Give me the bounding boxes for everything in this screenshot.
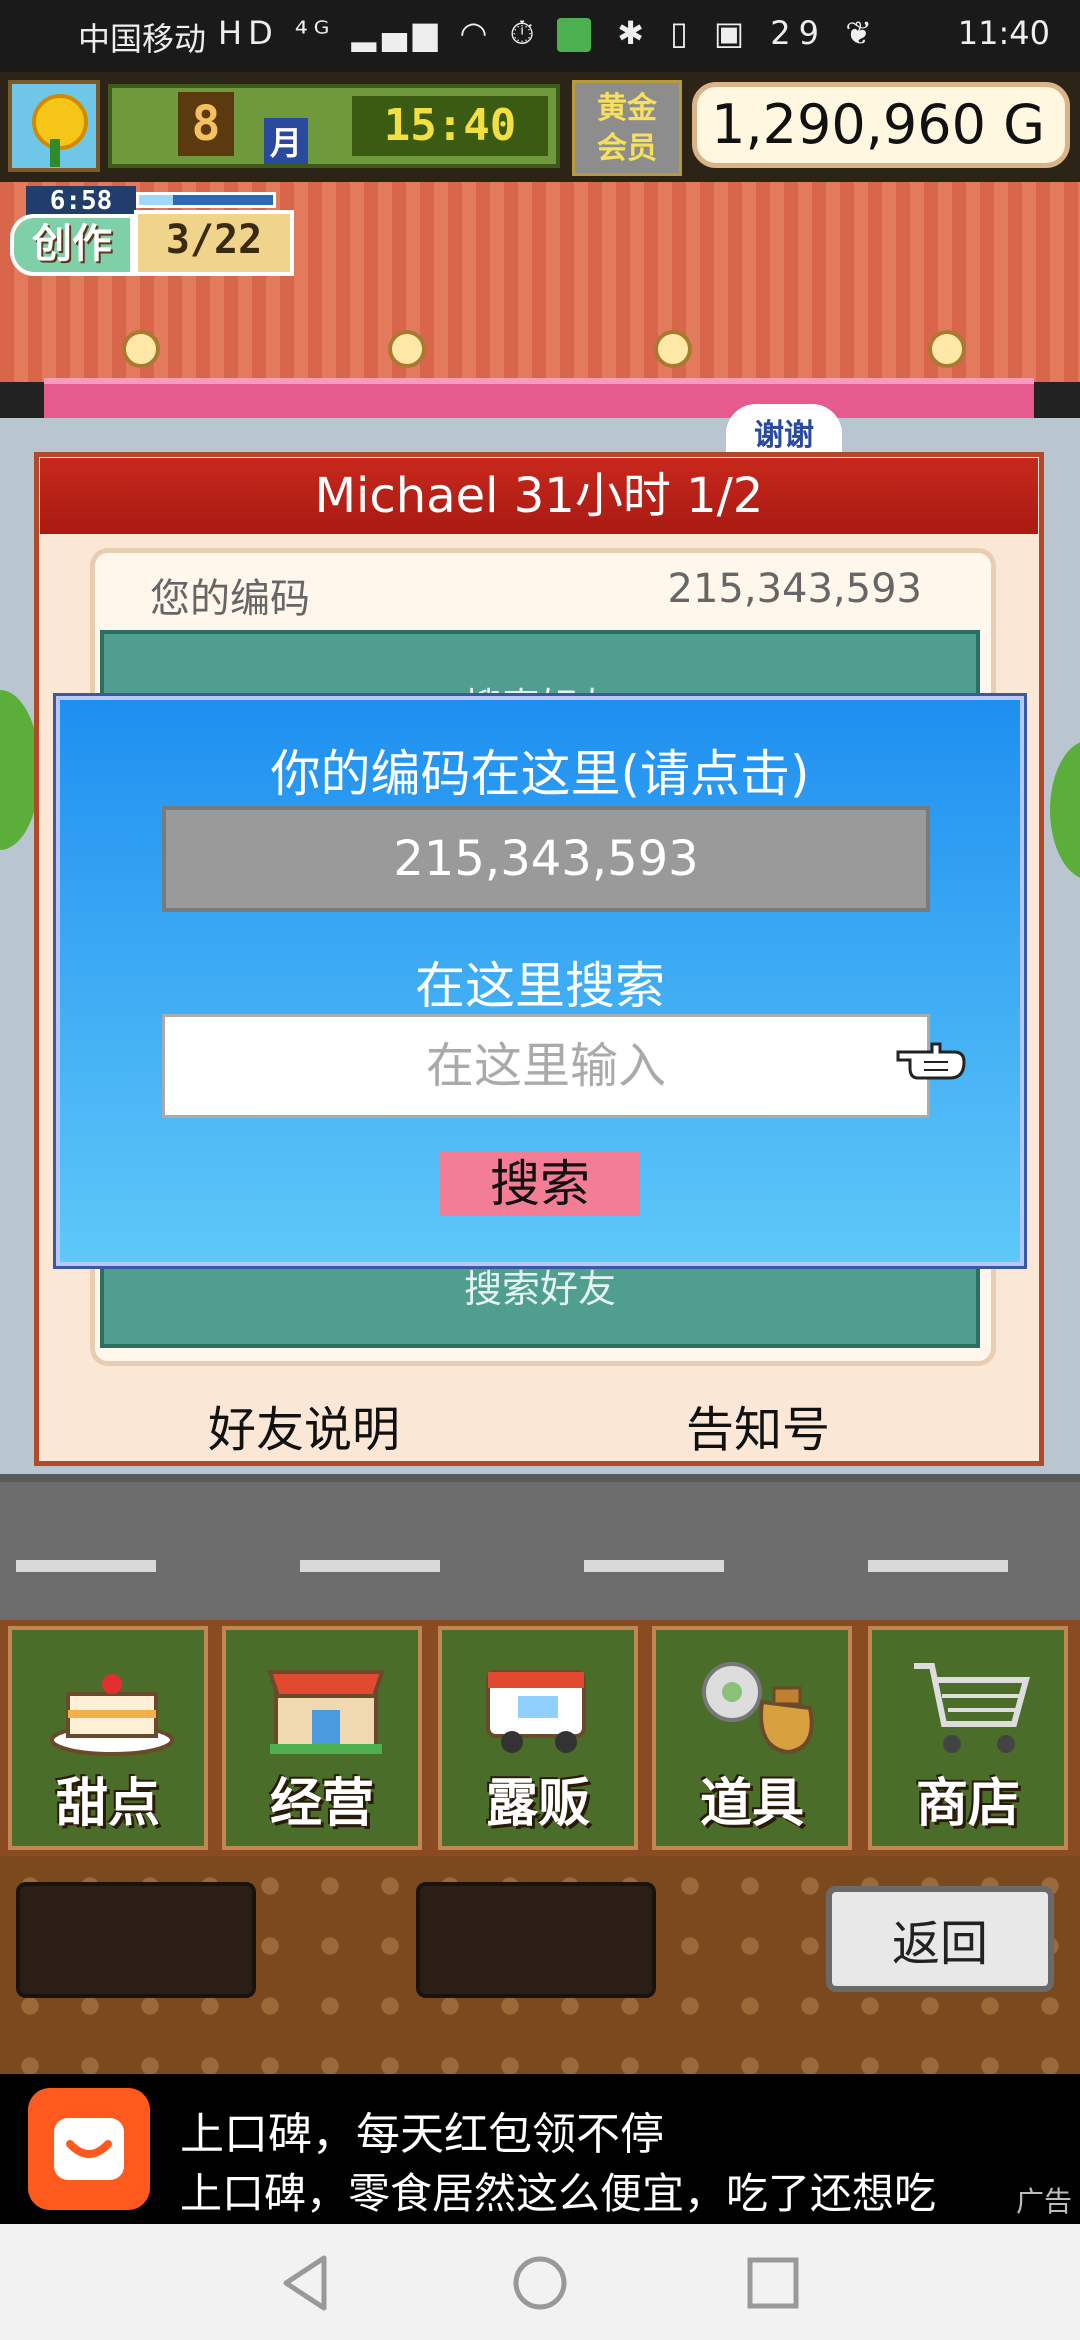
item-bag-icon bbox=[702, 1662, 814, 1755]
your-code-label: 您的编码 bbox=[150, 576, 310, 622]
shopping-cart-icon bbox=[914, 1663, 1030, 1753]
empty-slot bbox=[16, 1882, 256, 1998]
your-code-value: 215,343,593 bbox=[667, 566, 922, 612]
lamp-icon bbox=[654, 330, 692, 368]
road-dash bbox=[16, 1560, 156, 1572]
month-label: 月 bbox=[264, 118, 309, 164]
menu-label: 商店 bbox=[915, 1774, 1020, 1834]
ad-headline[interactable]: 上口碑，每天红包领不停 bbox=[180, 2098, 664, 2162]
dialog-title: 你的编码在这里(请点击) bbox=[270, 745, 810, 803]
pointing-hand-icon bbox=[896, 1042, 966, 1080]
search-label: 在这里搜索 bbox=[415, 957, 665, 1015]
menu-manage-button[interactable]: 经营 bbox=[222, 1626, 422, 1850]
status-icons: ✱ ▯ ▣ 29 ❦ bbox=[617, 14, 880, 52]
notice-tab[interactable]: 告知号 bbox=[686, 1390, 830, 1460]
search-friend-button[interactable]: 搜索好友 bbox=[100, 1258, 980, 1313]
leaf-app-icon bbox=[556, 18, 591, 52]
menu-dessert-button[interactable]: 甜点 bbox=[8, 1626, 208, 1850]
friend-panel-title: Michael 31小时 1/2 bbox=[40, 458, 1038, 534]
empty-slot bbox=[416, 1882, 656, 1998]
lamp-icon bbox=[928, 330, 966, 368]
nav-back-icon[interactable] bbox=[272, 2248, 342, 2318]
menu-items-button[interactable]: 道具 bbox=[652, 1626, 852, 1850]
money-counter: 1,290,960 G bbox=[692, 82, 1070, 168]
shop-sign-bar bbox=[44, 378, 1034, 418]
food-truck-icon bbox=[486, 1670, 586, 1753]
menu-stall-button[interactable]: 露贩 bbox=[438, 1626, 638, 1850]
road-dash bbox=[868, 1560, 1008, 1572]
sunflower-head bbox=[32, 94, 88, 150]
sunflower-stem bbox=[50, 139, 60, 167]
my-code-box[interactable]: 215,343,593 bbox=[162, 806, 930, 912]
back-button[interactable]: 返回 bbox=[826, 1886, 1054, 1992]
gold-member-badge[interactable]: 黄金 会员 bbox=[572, 80, 682, 176]
menu-label: 道具 bbox=[699, 1774, 804, 1834]
month-number: 8 bbox=[178, 92, 234, 156]
store-icon bbox=[267, 1670, 385, 1754]
ad-tag: 广告 bbox=[1015, 2185, 1072, 2218]
road-dash bbox=[300, 1560, 440, 1572]
search-input[interactable] bbox=[162, 1014, 930, 1118]
game-clock: 15:40 bbox=[352, 96, 548, 156]
status-bar: 中国移动 HD ⁴ᴳ ▂▄▆ ◠ ⏱ ✱ ▯ ▣ 29 ❦ 11:40 bbox=[0, 0, 1080, 72]
gold-member-line1: 黄金 bbox=[597, 91, 657, 126]
friend-help-tab[interactable]: 好友说明 bbox=[208, 1390, 400, 1460]
menu-label: 经营 bbox=[269, 1774, 374, 1834]
search-button[interactable]: 搜索 bbox=[440, 1152, 640, 1216]
menu-label: 露贩 bbox=[485, 1774, 590, 1834]
status-time: 11:40 bbox=[957, 14, 1050, 52]
create-label[interactable]: 创作 bbox=[10, 214, 134, 276]
cake-icon bbox=[50, 1674, 174, 1756]
carrier-label: 中国移动 bbox=[78, 20, 207, 58]
menu-label: 甜点 bbox=[55, 1774, 160, 1834]
ad-subline[interactable]: 上口碑，零食居然这么便宜，吃了还想吃 bbox=[180, 2160, 936, 2221]
create-timer: 6:58 bbox=[26, 186, 136, 216]
battery-level: 29 bbox=[770, 14, 828, 52]
road-dash bbox=[584, 1560, 724, 1572]
gold-member-line2: 会员 bbox=[597, 131, 657, 166]
road bbox=[0, 1474, 1080, 1620]
koubei-logo-icon[interactable] bbox=[28, 2088, 150, 2210]
nav-home-icon[interactable] bbox=[505, 2248, 575, 2318]
lamp-icon bbox=[388, 330, 426, 368]
nav-recents-icon[interactable] bbox=[738, 2248, 808, 2318]
network-label: HD ⁴ᴳ bbox=[218, 14, 336, 52]
create-progress-bar bbox=[136, 192, 276, 208]
network-signal-icon: HD ⁴ᴳ ▂▄▆ ◠ ⏱ bbox=[218, 14, 591, 53]
create-count: 3/22 bbox=[134, 210, 294, 276]
menu-shop-button[interactable]: 商店 bbox=[868, 1626, 1068, 1850]
sunflower-avatar-icon[interactable] bbox=[8, 80, 100, 172]
lamp-icon bbox=[122, 330, 160, 368]
create-progress-fill bbox=[139, 195, 173, 205]
